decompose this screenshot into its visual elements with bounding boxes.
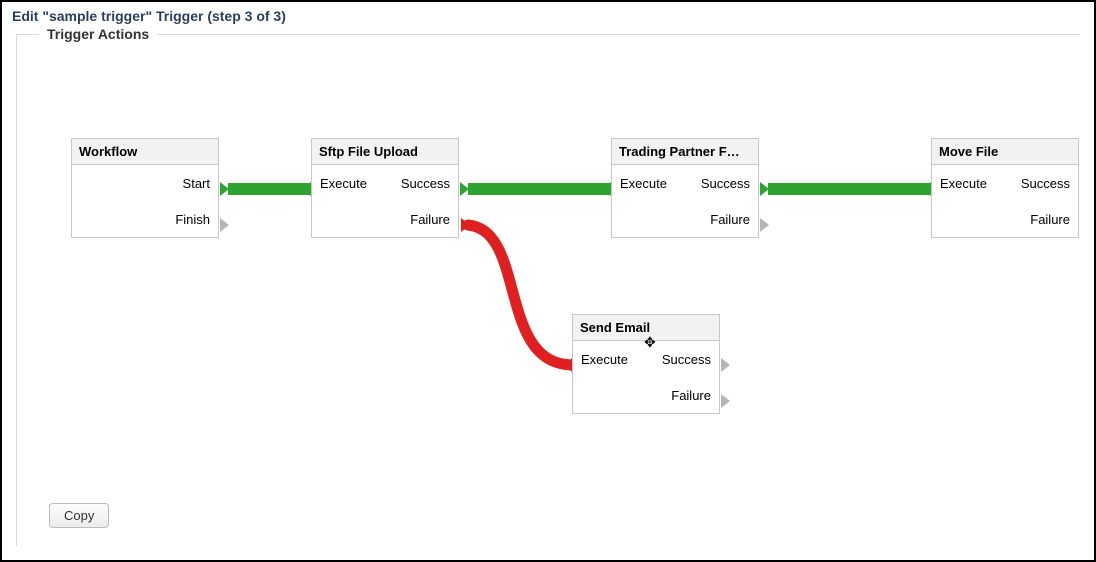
node-trading-partner[interactable]: Trading Partner F… Execute Success Failu… bbox=[611, 138, 759, 238]
arrow-icon bbox=[460, 182, 469, 196]
node-title: Send Email bbox=[573, 315, 719, 341]
port-success[interactable]: Success bbox=[667, 176, 750, 191]
port-finish[interactable]: Finish bbox=[80, 212, 210, 227]
port-failure[interactable]: Failure bbox=[620, 212, 750, 227]
link-failure bbox=[17, 35, 1080, 546]
arrow-icon bbox=[220, 218, 229, 232]
node-workflow[interactable]: Workflow Start Finish bbox=[71, 138, 219, 238]
node-title: Sftp File Upload bbox=[312, 139, 458, 165]
node-send-email[interactable]: Send Email Execute Success Failure bbox=[572, 314, 720, 414]
port-execute[interactable]: Execute bbox=[620, 176, 667, 191]
arrow-icon bbox=[721, 358, 730, 372]
node-title: Trading Partner F… bbox=[612, 139, 758, 165]
workflow-canvas[interactable]: Workflow Start Finish Sftp File Upload E… bbox=[17, 35, 1080, 546]
port-success[interactable]: Success bbox=[628, 352, 711, 367]
port-execute[interactable]: Execute bbox=[320, 176, 367, 191]
port-failure[interactable]: Failure bbox=[940, 212, 1070, 227]
arrow-icon bbox=[760, 182, 769, 196]
port-success[interactable]: Success bbox=[987, 176, 1070, 191]
arrow-icon bbox=[461, 218, 470, 232]
copy-button[interactable]: Copy bbox=[49, 503, 109, 528]
port-failure[interactable]: Failure bbox=[320, 212, 450, 227]
port-execute[interactable]: Execute bbox=[581, 352, 628, 367]
node-move-file[interactable]: Move File Execute Success Failure bbox=[931, 138, 1079, 238]
trigger-actions-panel: Trigger Actions Workflow Start bbox=[16, 34, 1080, 546]
window: Edit "sample trigger" Trigger (step 3 of… bbox=[0, 0, 1096, 562]
port-start[interactable]: Start bbox=[80, 176, 210, 191]
port-failure[interactable]: Failure bbox=[581, 388, 711, 403]
arrow-icon bbox=[721, 394, 730, 408]
arrow-icon bbox=[220, 182, 229, 196]
node-sftp-upload[interactable]: Sftp File Upload Execute Success Failure bbox=[311, 138, 459, 238]
port-success[interactable]: Success bbox=[367, 176, 450, 191]
port-execute[interactable]: Execute bbox=[940, 176, 987, 191]
window-title: Edit "sample trigger" Trigger (step 3 of… bbox=[2, 2, 1094, 28]
arrow-icon bbox=[760, 218, 769, 232]
link-success bbox=[228, 183, 310, 195]
node-title: Move File bbox=[932, 139, 1078, 165]
node-title: Workflow bbox=[72, 139, 218, 165]
link-success bbox=[768, 183, 930, 195]
link-success bbox=[468, 183, 610, 195]
